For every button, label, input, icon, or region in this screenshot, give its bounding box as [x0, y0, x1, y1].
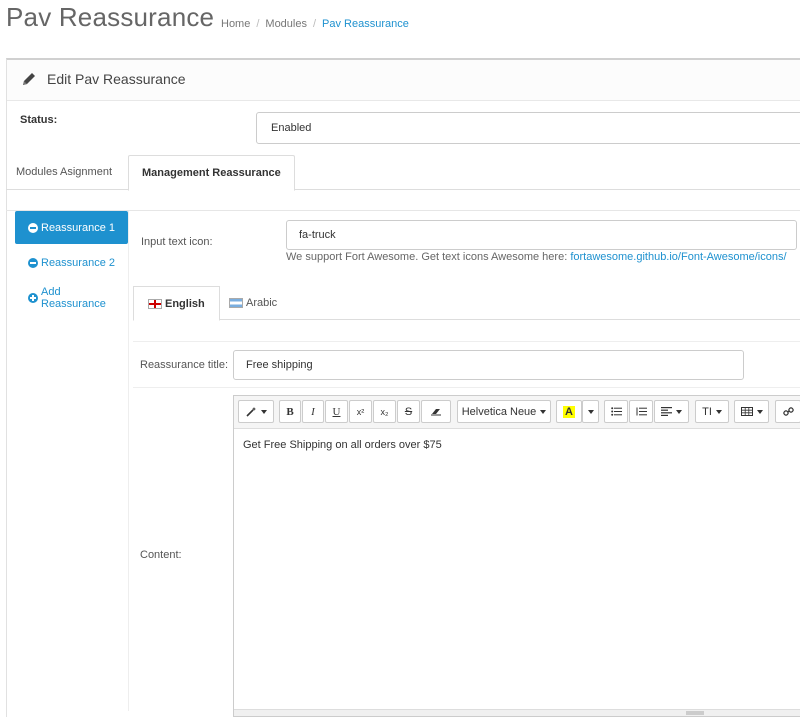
- list-icon: [610, 407, 622, 416]
- breadcrumb-separator: /: [256, 18, 260, 30]
- add-reassurance-button[interactable]: Add Reassurance: [15, 281, 128, 314]
- font-family-dropdown[interactable]: Helvetica Neue: [457, 400, 551, 423]
- section-divider: [133, 341, 800, 342]
- superscript-button[interactable]: x²: [349, 400, 372, 423]
- language-tabs: English Arabic: [133, 286, 800, 321]
- align-left-icon: [661, 407, 672, 416]
- panel-heading: Edit Pav Reassurance: [7, 60, 800, 101]
- tab-language-arabic[interactable]: Arabic: [215, 286, 291, 320]
- font-awesome-link[interactable]: fortawesome.github.io/Font-Awesome/icons…: [570, 251, 786, 263]
- page-title: Pav Reassurance: [6, 2, 215, 32]
- highlight-color-icon: A: [563, 405, 575, 418]
- minus-circle-icon: [28, 222, 38, 233]
- eraser-button[interactable]: [421, 400, 451, 423]
- line-height-dropdown[interactable]: TI: [695, 400, 729, 423]
- reassurance-nav: Reassurance 1 Reassurance 2 Add Reassura…: [15, 211, 128, 316]
- resize-handle-icon[interactable]: [686, 711, 704, 715]
- ordered-list-icon: [636, 407, 647, 416]
- nav-item-label: Reassurance 1: [41, 221, 115, 234]
- link-icon: [782, 407, 794, 416]
- status-select[interactable]: Enabled: [256, 112, 800, 144]
- rich-text-editor: B I U x² x₂ S Helvetica Neue A TI Get Fr…: [233, 395, 800, 717]
- color-dropdown[interactable]: [582, 400, 599, 423]
- breadcrumb-modules[interactable]: Modules: [265, 18, 307, 30]
- tab-management-reassurance[interactable]: Management Reassurance: [128, 155, 295, 191]
- status-label: Status:: [20, 114, 58, 126]
- title-field-label: Reassurance title:: [140, 359, 229, 371]
- arabic-flag-icon: [229, 298, 243, 308]
- bold-button[interactable]: B: [279, 400, 301, 423]
- chevron-down-icon: [540, 409, 547, 414]
- unordered-list-button[interactable]: [604, 400, 628, 423]
- chevron-down-icon: [676, 409, 682, 414]
- pencil-icon: [23, 73, 35, 85]
- editor-resize-bar[interactable]: [234, 709, 800, 716]
- nav-item-reassurance-1[interactable]: Reassurance 1: [15, 211, 128, 244]
- eraser-icon: [430, 409, 441, 416]
- icon-field-label: Input text icon:: [141, 236, 213, 248]
- font-family-label: Helvetica Neue: [461, 405, 537, 418]
- table-dropdown[interactable]: [734, 400, 769, 423]
- tab-modules-assignment[interactable]: Modules Asignment: [6, 155, 122, 190]
- chevron-down-icon: [260, 409, 267, 414]
- nav-item-reassurance-2[interactable]: Reassurance 2: [15, 246, 128, 279]
- panel-title: Edit Pav Reassurance: [47, 71, 186, 87]
- section-divider: [133, 387, 800, 388]
- style-dropdown[interactable]: [238, 400, 274, 423]
- content-field-label: Content:: [140, 549, 182, 561]
- icon-help-text: We support Fort Awesome. Get text icons …: [286, 251, 787, 263]
- chevron-down-icon: [756, 409, 763, 414]
- icon-help-message: We support Fort Awesome. Get text icons …: [286, 251, 568, 263]
- paragraph-align-dropdown[interactable]: [654, 400, 689, 423]
- ordered-list-button[interactable]: [629, 400, 653, 423]
- editor-content[interactable]: Get Free Shipping on all orders over $75: [243, 439, 442, 451]
- editor-toolbar: B I U x² x₂ S Helvetica Neue A TI: [234, 396, 800, 429]
- subscript-button[interactable]: x₂: [373, 400, 396, 423]
- english-flag-icon: [148, 298, 162, 309]
- table-icon: [740, 407, 753, 416]
- link-button[interactable]: [775, 400, 800, 423]
- minus-circle-icon: [28, 257, 38, 268]
- icon-input[interactable]: fa-truck: [286, 220, 797, 250]
- breadcrumb-current[interactable]: Pav Reassurance: [322, 18, 409, 30]
- reassurance-title-input[interactable]: Free shipping: [233, 350, 744, 380]
- nav-item-label: Add Reassurance: [41, 285, 106, 310]
- language-label: English: [165, 297, 205, 310]
- language-label: Arabic: [246, 297, 278, 309]
- plus-circle-icon: [28, 292, 38, 303]
- nav-item-label: Reassurance 2: [41, 256, 115, 269]
- italic-button[interactable]: I: [302, 400, 324, 423]
- highlight-button[interactable]: A: [556, 400, 582, 423]
- text-height-icon: TI: [702, 405, 712, 418]
- module-tabs: Modules Asignment Management Reassurance: [6, 155, 800, 191]
- strikethrough-button[interactable]: S: [397, 400, 420, 423]
- breadcrumb-separator: /: [312, 18, 317, 30]
- chevron-down-icon: [587, 409, 594, 414]
- breadcrumb-home[interactable]: Home: [221, 18, 250, 30]
- magic-wand-icon: [245, 407, 256, 417]
- tab-language-english[interactable]: English: [133, 286, 220, 321]
- nav-divider: [128, 211, 129, 711]
- chevron-down-icon: [715, 409, 722, 414]
- underline-button[interactable]: U: [325, 400, 348, 423]
- breadcrumb: Home / Modules / Pav Reassurance: [221, 18, 409, 30]
